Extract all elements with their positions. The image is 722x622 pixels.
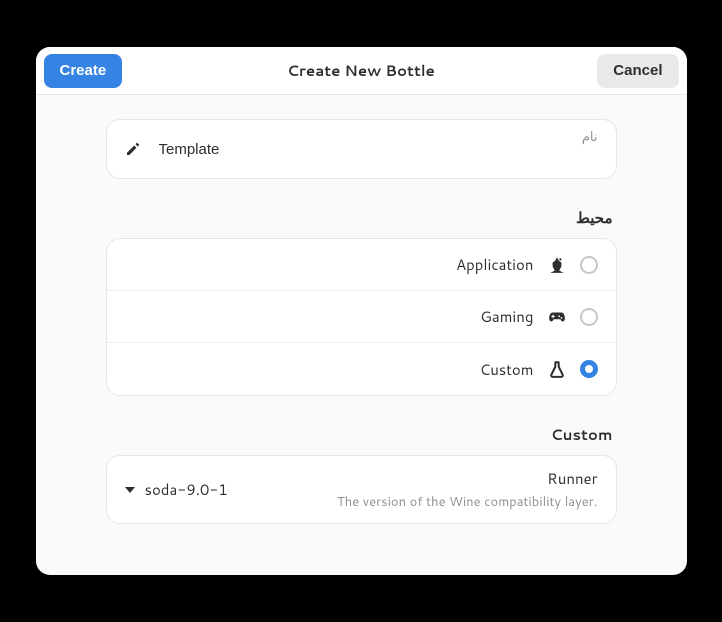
env-option-gaming[interactable]: Gaming: [107, 291, 616, 343]
cancel-button[interactable]: Cancel: [597, 54, 678, 88]
gamepad-icon: [548, 308, 566, 326]
dialog-title: Create New Bottle: [36, 60, 687, 81]
runner-title: Runner: [337, 468, 598, 489]
dialog-window: Create Create New Bottle Cancel نام محیط…: [36, 47, 687, 575]
name-field[interactable]: نام: [106, 119, 617, 179]
custom-section-label: Custom: [106, 424, 613, 445]
env-option-label: Custom: [480, 359, 534, 380]
create-button[interactable]: Create: [44, 54, 123, 88]
environment-section-label: محیط: [106, 207, 613, 228]
pencil-icon: [125, 141, 141, 157]
env-option-application[interactable]: Application: [107, 239, 616, 291]
radio-unchecked[interactable]: [580, 256, 598, 274]
name-input[interactable]: [159, 141, 598, 158]
titlebar: Create Create New Bottle Cancel: [36, 47, 687, 95]
application-icon: [548, 256, 566, 274]
chevron-down-icon: [125, 487, 135, 493]
env-option-custom[interactable]: Custom: [107, 343, 616, 395]
runner-dropdown[interactable]: soda-9.0-1: [125, 479, 228, 500]
custom-list: soda-9.0-1 Runner The version of the Win…: [106, 455, 617, 524]
radio-checked[interactable]: [580, 360, 598, 378]
runner-row[interactable]: soda-9.0-1 Runner The version of the Win…: [107, 456, 616, 523]
env-option-label: Application: [456, 254, 534, 275]
name-label: نام: [582, 128, 598, 146]
runner-value: soda-9.0-1: [145, 479, 228, 500]
env-option-label: Gaming: [480, 306, 533, 327]
content-area: نام محیط Application Gaming Custom: [36, 95, 687, 575]
flask-icon: [548, 360, 566, 378]
radio-unchecked[interactable]: [580, 308, 598, 326]
runner-subtitle: The version of the Wine compatibility la…: [337, 493, 598, 511]
environment-list: Application Gaming Custom: [106, 238, 617, 396]
